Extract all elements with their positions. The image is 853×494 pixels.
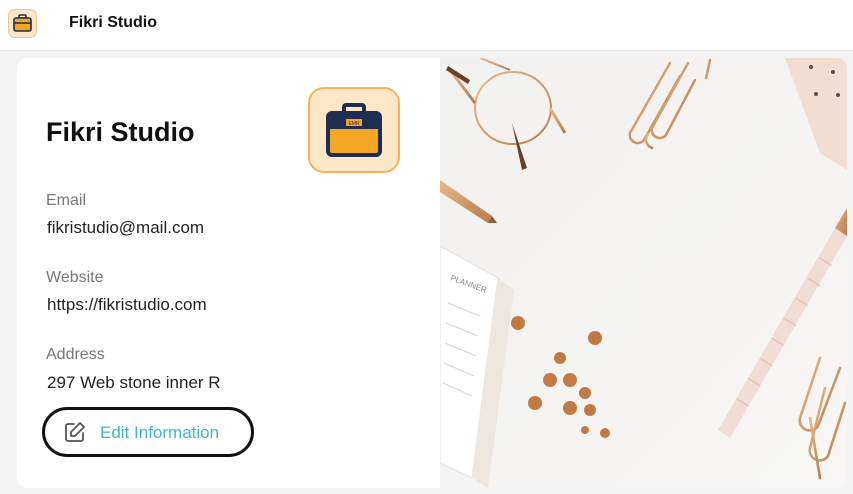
- profile-info-panel: Fikri Studio EMR Email fikristudio@mail.…: [17, 58, 440, 488]
- address-label: Address: [46, 346, 105, 363]
- app-title: Fikri Studio: [69, 14, 157, 31]
- company-name: Fikri Studio: [46, 117, 195, 147]
- edit-icon: [65, 422, 85, 442]
- address-value: 297 Web stone inner R: [47, 373, 221, 392]
- website-label: Website: [46, 269, 104, 286]
- top-bar: Fikri Studio: [0, 0, 853, 51]
- website-value: https://fikristudio.com: [47, 295, 207, 314]
- edit-information-button[interactable]: Edit Information: [42, 407, 254, 457]
- email-label: Email: [46, 192, 87, 209]
- profile-card: Fikri Studio EMR Email fikristudio@mail.…: [17, 58, 847, 488]
- edit-information-label: Edit Information: [100, 423, 220, 442]
- company-logo: EMR: [308, 87, 400, 173]
- desk-photo: PLANNER: [439, 58, 847, 488]
- briefcase-icon: [8, 9, 37, 38]
- logo-text: EMR: [348, 121, 360, 127]
- email-value: fikristudio@mail.com: [47, 218, 205, 237]
- briefcase-icon: EMR: [326, 103, 382, 157]
